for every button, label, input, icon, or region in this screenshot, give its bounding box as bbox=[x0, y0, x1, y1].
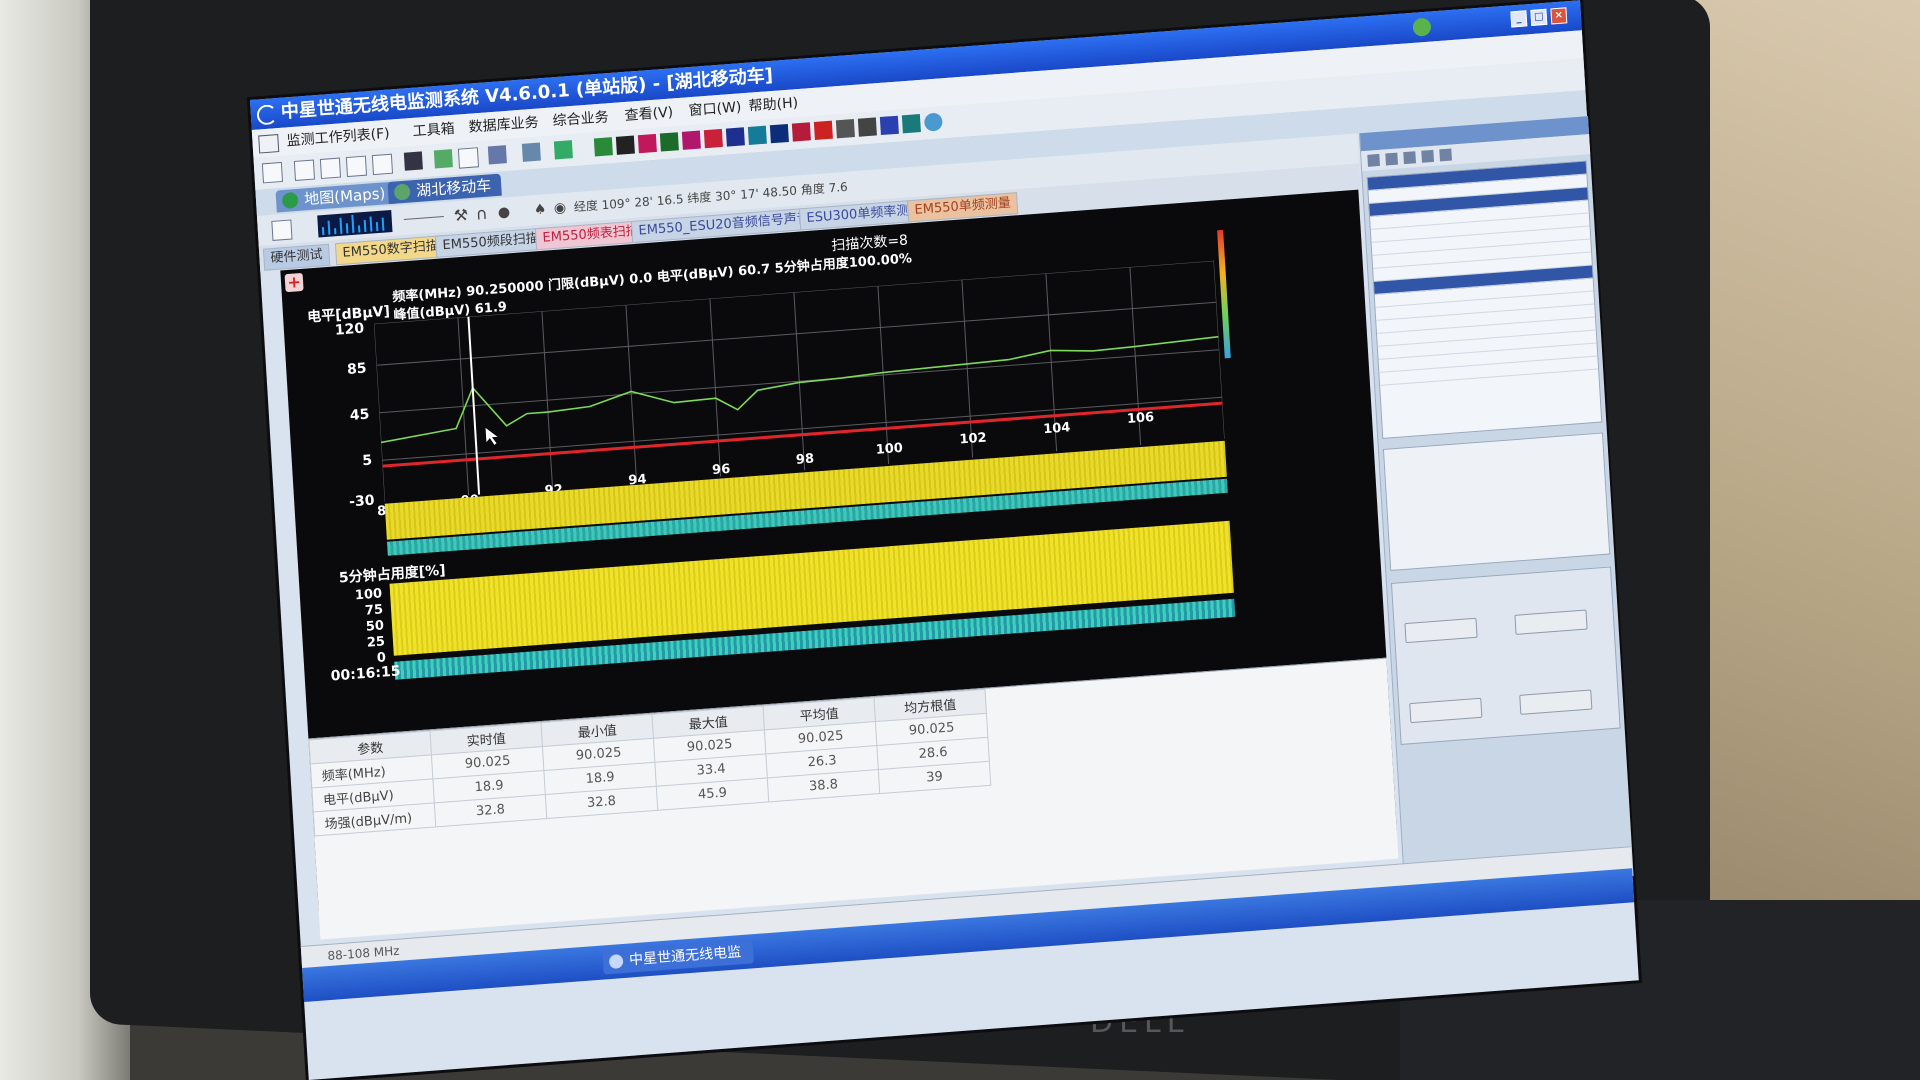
x-tick: 104 bbox=[1042, 420, 1071, 438]
toolbar-alarm-icon[interactable] bbox=[813, 120, 833, 140]
menu-item-window[interactable]: 窗口(W) bbox=[688, 93, 742, 125]
toolbar-antenna-icon[interactable] bbox=[433, 149, 453, 169]
y-tick: -30 bbox=[348, 492, 375, 511]
confirm-button[interactable] bbox=[1514, 609, 1588, 635]
toolbar-record-icon[interactable] bbox=[791, 122, 811, 142]
toolbar-table-icon[interactable] bbox=[319, 157, 342, 180]
panel-toggle-icon[interactable] bbox=[271, 219, 293, 241]
y-tick: 5 bbox=[361, 452, 373, 470]
maximize-button[interactable]: □ bbox=[1530, 8, 1548, 27]
toolbar-waterfall-icon[interactable] bbox=[681, 130, 701, 150]
menu-item-toolbox[interactable]: 工具箱 bbox=[412, 115, 456, 146]
panel-tool-icon[interactable] bbox=[1385, 152, 1398, 166]
x-tick: 100 bbox=[875, 440, 904, 458]
taskbar-app-button[interactable]: 中星世通无线电监 bbox=[602, 939, 754, 975]
x-tick: 98 bbox=[795, 451, 815, 468]
toolbar-red-icon[interactable] bbox=[703, 128, 723, 149]
save-button[interactable] bbox=[1409, 697, 1483, 724]
waterfall-timestamp: 00:16:15 bbox=[330, 663, 401, 685]
grid-line-horizontal bbox=[379, 349, 1220, 414]
slider-track[interactable] bbox=[403, 216, 444, 221]
panel-tool-icon[interactable] bbox=[1367, 153, 1380, 167]
occupancy-tick: 50 bbox=[365, 618, 385, 635]
panel-tool-icon[interactable] bbox=[1439, 148, 1452, 162]
mini-spectrum-icon bbox=[317, 209, 393, 238]
vehicle-icon bbox=[393, 183, 411, 201]
occupancy-tick: 100 bbox=[354, 586, 383, 604]
toolbar-direction-icon[interactable] bbox=[553, 140, 573, 160]
toolbar-audio-icon[interactable] bbox=[747, 125, 767, 145]
tab-mobile-vehicle-label: 湖北移动车 bbox=[415, 176, 492, 200]
mouse-cursor-icon bbox=[484, 426, 500, 447]
toolbar-globe-icon[interactable] bbox=[923, 112, 943, 132]
toolbar-blue-icon[interactable] bbox=[769, 123, 789, 144]
apply-button[interactable] bbox=[1519, 689, 1593, 715]
app-icon bbox=[608, 954, 624, 970]
toolbar-edit-icon[interactable] bbox=[457, 147, 480, 169]
photo-scene: DELL 中星世通无线电监测系统 V4.6.0.1 (单站版) - [湖北移动车… bbox=[0, 0, 1920, 1080]
settings-form bbox=[1390, 566, 1621, 745]
menu-app-icon bbox=[258, 134, 280, 154]
toolbar-window-icon[interactable] bbox=[293, 159, 316, 181]
toolbar-spectrum-icon[interactable] bbox=[637, 133, 657, 154]
toolbar-network-icon[interactable] bbox=[521, 142, 541, 162]
description-box bbox=[1382, 432, 1611, 571]
menu-item-integrated[interactable]: 综合业务 bbox=[552, 103, 610, 135]
menu-item-view[interactable]: 查看(V) bbox=[624, 98, 674, 130]
y-tick: 45 bbox=[349, 406, 370, 424]
toolbar-measure-icon[interactable] bbox=[487, 145, 507, 165]
x-tick: 102 bbox=[959, 430, 988, 448]
toolbar-level-icon[interactable] bbox=[593, 137, 613, 157]
parameter-grid[interactable] bbox=[1366, 160, 1603, 439]
toolbar-chart-icon[interactable] bbox=[371, 153, 394, 176]
status-indicator-icon bbox=[1412, 17, 1432, 37]
toolbar-bars-icon[interactable] bbox=[659, 132, 679, 152]
taskbar-app-label: 中星世通无线电监 bbox=[628, 944, 742, 969]
menu-item-help[interactable]: 帮助(H) bbox=[748, 89, 799, 121]
toolbar-scan-icon[interactable] bbox=[725, 127, 745, 147]
toolbar-list-icon[interactable] bbox=[835, 119, 855, 139]
toolbar-settings-icon[interactable] bbox=[901, 114, 921, 134]
tools-icon[interactable]: ⚒ bbox=[453, 200, 469, 231]
panel-tool-icon[interactable] bbox=[1421, 149, 1434, 163]
toolbar-map-icon[interactable] bbox=[879, 115, 899, 136]
add-icon[interactable]: + bbox=[284, 272, 304, 293]
properties-panel bbox=[1358, 116, 1634, 894]
toolbar-black-icon[interactable] bbox=[615, 135, 635, 155]
toolbar-grid-icon[interactable] bbox=[261, 161, 284, 184]
color-scale bbox=[1217, 229, 1231, 359]
toolbar-filter-icon[interactable] bbox=[857, 117, 877, 137]
close-button[interactable]: × bbox=[1550, 7, 1568, 25]
globe-icon bbox=[281, 191, 299, 210]
tab-maps-label: 地图(Maps) bbox=[303, 184, 386, 209]
app-logo-icon bbox=[256, 104, 278, 126]
gps-icon: ♠ bbox=[533, 201, 547, 219]
x-tick: 106 bbox=[1126, 409, 1155, 427]
minimize-button[interactable]: _ bbox=[1510, 10, 1528, 28]
compass-icon: ◉ bbox=[553, 199, 567, 217]
toolbar-calendar-icon[interactable] bbox=[345, 155, 368, 178]
y-tick: 85 bbox=[346, 360, 368, 378]
form-input[interactable] bbox=[1404, 617, 1478, 644]
occupancy-tick: 75 bbox=[364, 602, 384, 619]
monitoring-app-window: 中星世通无线电监测系统 V4.6.0.1 (单站版) - [湖北移动车] _ □… bbox=[250, 0, 1639, 1080]
y-tick: 120 bbox=[334, 320, 365, 339]
toolbar-pointer-icon[interactable] bbox=[403, 151, 423, 171]
headphones-icon[interactable]: ∩ bbox=[475, 199, 489, 230]
occupancy-tick: 25 bbox=[366, 634, 386, 651]
x-tick: 96 bbox=[711, 461, 731, 479]
panel-tool-icon[interactable] bbox=[1403, 151, 1416, 165]
record-icon[interactable]: ● bbox=[497, 197, 511, 228]
